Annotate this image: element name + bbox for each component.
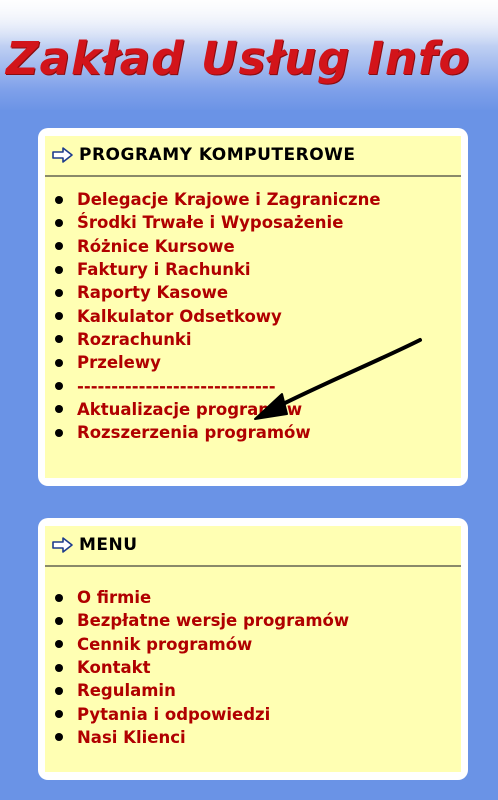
link-rozrachunki[interactable]: Rozrachunki [77, 330, 192, 349]
list-item: Aktualizacje programów [55, 398, 381, 421]
programs-panel-divider [45, 175, 461, 177]
site-header: Zakład Usług Info [0, 0, 498, 110]
list-item: Rozrachunki [55, 328, 381, 351]
bullet-icon [55, 265, 63, 274]
list-item: Różnice Kursowe [55, 235, 381, 258]
list-item: Rozszerzenia programów [55, 421, 381, 444]
list-item: Regulamin [55, 679, 349, 702]
bullet-icon [55, 616, 63, 625]
link-delegacje[interactable]: Delegacje Krajowe i Zagraniczne [77, 190, 381, 209]
link-raporty-kasowe[interactable]: Raporty Kasowe [77, 283, 228, 302]
separator-text: ----------------------------- [77, 376, 276, 396]
link-regulamin[interactable]: Regulamin [77, 681, 176, 700]
arrow-right-outline-icon [51, 146, 75, 164]
link-aktualizacje[interactable]: Aktualizacje programów [77, 400, 302, 419]
bullet-icon [55, 663, 63, 672]
programs-panel-title: PROGRAMY KOMPUTEROWE [79, 145, 356, 165]
list-item: Bezpłatne wersje programów [55, 609, 349, 632]
bullet-icon [55, 242, 63, 251]
menu-panel-title: MENU [79, 535, 138, 555]
bullet-icon [55, 686, 63, 695]
list-item: Kontakt [55, 656, 349, 679]
menu-panel: MENU O firmie Bezpłatne wersje programów… [38, 518, 468, 780]
link-roznice-kursowe[interactable]: Różnice Kursowe [77, 237, 235, 256]
link-bezplatne-wersje[interactable]: Bezpłatne wersje programów [77, 611, 349, 630]
list-item: Nasi Klienci [55, 726, 349, 749]
list-item: Delegacje Krajowe i Zagraniczne [55, 188, 381, 211]
programs-panel: PROGRAMY KOMPUTEROWE Delegacje Krajowe i… [38, 128, 468, 486]
list-item: Przelewy [55, 351, 381, 374]
site-title[interactable]: Zakład Usług Info [6, 32, 470, 85]
link-cennik[interactable]: Cennik programów [77, 635, 252, 654]
programs-panel-header: PROGRAMY KOMPUTEROWE [45, 140, 461, 170]
link-srodki-trwale[interactable]: Środki Trwałe i Wyposażenie [77, 213, 343, 232]
link-kontakt[interactable]: Kontakt [77, 658, 150, 677]
bullet-icon [55, 382, 63, 391]
bullet-icon [55, 593, 63, 602]
programs-list: Delegacje Krajowe i Zagraniczne Środki T… [55, 188, 381, 444]
bullet-icon [55, 195, 63, 204]
bullet-icon [55, 288, 63, 297]
link-kalkulator[interactable]: Kalkulator Odsetkowy [77, 307, 282, 326]
bullet-icon [55, 640, 63, 649]
bullet-icon [55, 405, 63, 414]
programs-panel-body: PROGRAMY KOMPUTEROWE Delegacje Krajowe i… [45, 136, 461, 478]
link-przelewy[interactable]: Przelewy [77, 353, 161, 372]
list-item: Raporty Kasowe [55, 281, 381, 304]
list-item: Faktury i Rachunki [55, 258, 381, 281]
menu-panel-header: MENU [45, 530, 461, 560]
list-item: Środki Trwałe i Wyposażenie [55, 211, 381, 234]
bullet-icon [55, 428, 63, 437]
link-pytania[interactable]: Pytania i odpowiedzi [77, 705, 270, 724]
bullet-icon [55, 312, 63, 321]
list-item: Pytania i odpowiedzi [55, 702, 349, 725]
bullet-icon [55, 358, 63, 367]
list-item: Kalkulator Odsetkowy [55, 304, 381, 327]
bullet-icon [55, 335, 63, 344]
bullet-icon [55, 733, 63, 742]
menu-panel-divider [45, 565, 461, 567]
link-o-firmie[interactable]: O firmie [77, 588, 151, 607]
bullet-icon [55, 710, 63, 719]
link-faktury[interactable]: Faktury i Rachunki [77, 260, 251, 279]
menu-panel-body: MENU O firmie Bezpłatne wersje programów… [45, 526, 461, 772]
list-item: ----------------------------- [55, 374, 381, 397]
link-nasi-klienci[interactable]: Nasi Klienci [77, 728, 186, 747]
arrow-right-outline-icon [51, 536, 75, 554]
list-item: Cennik programów [55, 633, 349, 656]
bullet-icon [55, 218, 63, 227]
link-rozszerzenia[interactable]: Rozszerzenia programów [77, 423, 311, 442]
menu-list: O firmie Bezpłatne wersje programów Cenn… [55, 586, 349, 749]
list-item: O firmie [55, 586, 349, 609]
